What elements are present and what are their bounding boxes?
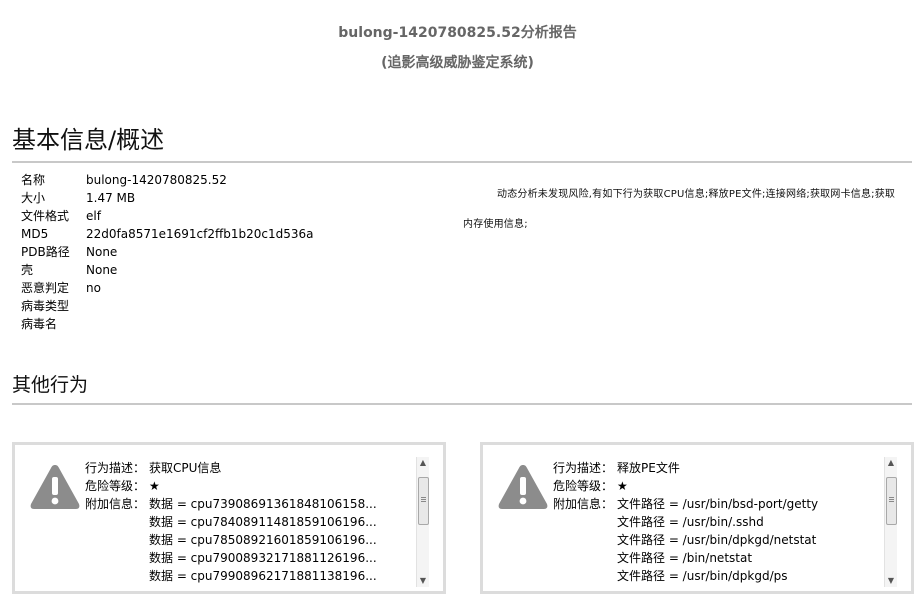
info-row: MD5 22d0fa8571e1691cf2ffb1b20c1d536a [21,225,314,243]
detail-value: 文件路径 = /usr/bin/bsd-port/getty [617,497,819,511]
report-subtitle: (追影高级威胁鉴定系统) [381,55,534,71]
detail-line: 行为描述： 获取CPU信息 [85,459,377,477]
info-label: 壳 [21,263,34,277]
card-details: 行为描述： 释放PE文件 危险等级： ★ 附加信息： 文件路径 = /usr/bin/bs… [553,459,818,585]
report-title: bulong-1420780825.52分析报告 [338,25,577,41]
detail-key [85,513,149,531]
scroll-up-arrow-icon[interactable]: ▲ [417,457,429,469]
detail-value: 数据 = cpu7840891148185910619​6... [149,515,377,529]
info-row: 大小 1.47 MB [21,189,314,207]
detail-value: 文件路径 = /bin/netstat [617,551,753,565]
info-value: 22d0fa8571e1691cf2ffb1b20c1d536a [86,227,314,241]
detail-value: 数据 = cpu7850892160185910619​6... [149,533,377,547]
info-row: PDB路径 None [21,243,314,261]
info-label: 恶意判定 [21,281,70,295]
info-row: 壳 None [21,261,314,279]
card-scrollbar[interactable]: ▲ ▼ [884,457,897,587]
info-label: PDB路径 [21,245,70,259]
detail-line: 文件路径 = /usr/bin/dpkgd/ps [553,567,818,585]
detail-value: 释放PE文件 [617,461,680,475]
detail-value: 文件路径 = /usr/bin/.sshd [617,515,764,529]
detail-line: 附加信息： 文件路径 = /usr/bin/bsd-port/getty [553,495,818,513]
info-label: MD5 [21,227,49,241]
detail-key: 危险等级： [553,479,614,493]
info-label: 大小 [21,191,46,205]
detail-line: 危险等级： ★ [85,477,377,495]
warning-triangle-icon [30,465,80,509]
card-details: 行为描述： 获取CPU信息 危险等级： ★ 附加信息： 数据 = cpu739086913… [85,459,377,585]
scroll-down-arrow-icon[interactable]: ▼ [885,575,897,587]
detail-line: 行为描述： 释放PE文件 [553,459,818,477]
detail-line: 数据 = cpu7990896217188113819​6... [85,567,377,585]
detail-value: 文件路径 = /usr/bin/dpkgd/netstat [617,533,817,547]
scroll-thumb[interactable] [418,477,429,525]
info-row: 恶意判定 no [21,279,314,297]
detail-value: 获取CPU信息 [149,461,222,475]
info-label: 文件格式 [21,209,70,223]
info-row: 病毒类型 [21,297,314,315]
card-scrollbar[interactable]: ▲ ▼ [416,457,429,587]
detail-key [553,513,617,531]
detail-key [85,549,149,567]
info-value: None [86,263,118,277]
scroll-thumb[interactable] [886,477,897,525]
other-behaviors-heading: 其他行为 [12,370,912,405]
info-label: 病毒名 [21,317,58,331]
detail-key [85,567,149,585]
scroll-down-arrow-icon[interactable]: ▼ [417,575,429,587]
detail-value: 文件路径 = /usr/bin/dpkgd/ps [617,569,788,583]
detail-key: 行为描述： [85,461,146,475]
detail-value: 数据 = cpu7900893217188112619​6... [149,551,377,565]
detail-key: 附加信息： [553,497,614,511]
detail-line: 数据 = cpu7850892160185910619​6... [85,531,377,549]
behavior-card-cpu: 行为描述： 获取CPU信息 危险等级： ★ 附加信息： 数据 = cpu739086913… [12,442,446,594]
scroll-up-arrow-icon[interactable]: ▲ [885,457,897,469]
info-value: bulong-1420780825.52 [86,173,227,187]
detail-line: 文件路径 = /usr/bin/.sshd [553,513,818,531]
detail-line: 文件路径 = /usr/bin/dpkgd/netstat [553,531,818,549]
behavior-card-pe: 行为描述： 释放PE文件 危险等级： ★ 附加信息： 文件路径 = /usr/bin/bs… [480,442,914,594]
info-value: None [86,245,118,259]
detail-key [553,549,617,567]
info-value: 1.47 MB [86,191,136,205]
detail-key: 行为描述： [553,461,614,475]
info-value: elf [86,209,101,223]
detail-key [553,567,617,585]
detail-key [553,531,617,549]
detail-line: 危险等级： ★ [553,477,818,495]
detail-value: ★ [149,479,160,493]
detail-key: 危险等级： [85,479,146,493]
basic-info-heading: 基本信息/概述 [12,120,912,163]
info-row: 病毒名 [21,315,314,333]
info-value: no [86,281,101,295]
detail-line: 附加信息： 数据 = cpu7390869136184810615​8... [85,495,377,513]
basic-info-table: 名称 bulong-1420780825.52 大小 1.47 MB 文件格式 elf MD… [21,171,314,333]
detail-value: 数据 = cpu7390869136184810615​8... [149,497,377,511]
detail-line: 数据 = cpu7840891148185910619​6... [85,513,377,531]
info-row: 名称 bulong-1420780825.52 [21,171,314,189]
analysis-note: 动态分析未发现风险,有如下行为获取CPU信息;释放PE文件;连接网络;获取网卡信… [463,189,896,230]
info-label: 病毒类型 [21,299,70,313]
detail-value: ★ [617,479,628,493]
detail-key [85,531,149,549]
detail-line: 数据 = cpu7900893217188112619​6... [85,549,377,567]
info-row: 文件格式 elf [21,207,314,225]
info-label: 名称 [21,173,46,187]
detail-line: 文件路径 = /bin/netstat [553,549,818,567]
detail-value: 数据 = cpu7990896217188113819​6... [149,569,377,583]
detail-key: 附加信息： [85,497,146,511]
warning-triangle-icon [498,465,548,509]
